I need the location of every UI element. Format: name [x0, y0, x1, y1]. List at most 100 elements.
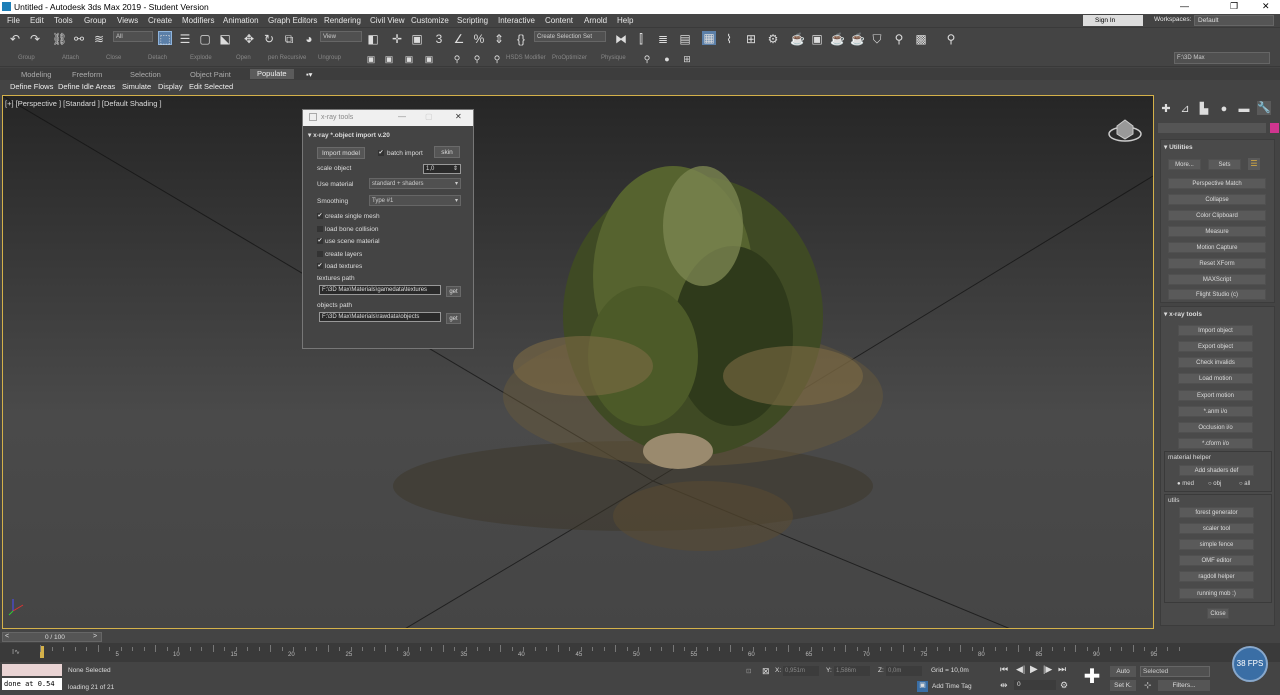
physique-button[interactable]: Physique	[601, 55, 626, 61]
set-key-icon[interactable]: ✚	[1082, 666, 1102, 688]
xray-tools-header[interactable]: ▾ x-ray tools	[1164, 310, 1202, 318]
tool-icon-g[interactable]: ⚲	[490, 52, 504, 66]
tab-populate[interactable]: Populate	[250, 69, 294, 79]
menu-animation[interactable]: Animation	[223, 16, 259, 25]
display-button[interactable]: Display	[158, 82, 183, 91]
menu-edit[interactable]: Edit	[30, 16, 44, 25]
pivot-center-icon[interactable]: ◧	[366, 32, 380, 46]
cform-io-button[interactable]: *.cform i/o	[1178, 438, 1253, 449]
menu-content[interactable]: Content	[545, 16, 573, 25]
configure-sets-icon[interactable]: ☰	[1248, 158, 1260, 170]
select-by-name-icon[interactable]: ☰	[178, 32, 192, 46]
move-icon[interactable]: ✥	[242, 32, 256, 46]
load-bone-collision-checkbox[interactable]	[317, 226, 323, 232]
tab-selection[interactable]: Selection	[130, 70, 161, 79]
scale-icon[interactable]: ⧉	[282, 32, 296, 46]
pin-stack-icon[interactable]: ⚲	[944, 32, 958, 46]
undo-icon[interactable]: ↶	[8, 32, 22, 46]
menu-graph-editors[interactable]: Graph Editors	[268, 16, 317, 25]
export-object-button[interactable]: Export object	[1178, 341, 1253, 352]
menu-views[interactable]: Views	[117, 16, 138, 25]
simulate-button[interactable]: Simulate	[122, 82, 151, 91]
time-prev-icon[interactable]: <	[5, 633, 9, 640]
measure-button[interactable]: Measure	[1168, 226, 1266, 237]
select-object-icon[interactable]: ⬚	[158, 31, 172, 46]
redo-icon[interactable]: ↷	[28, 32, 42, 46]
time-tag-icon[interactable]: ▣	[917, 681, 928, 692]
detach-button[interactable]: Detach	[148, 55, 167, 61]
utilities-tab-icon[interactable]: 🔧	[1257, 101, 1271, 115]
menu-interactive[interactable]: Interactive	[498, 16, 535, 25]
time-next-icon[interactable]: >	[93, 633, 97, 640]
attach-button[interactable]: Attach	[62, 55, 79, 61]
objects-path-input[interactable]: F:\3D Max\Materials\rawdata\objects	[319, 312, 441, 322]
maximize-icon[interactable]: ❐	[1230, 1, 1238, 12]
viewcube-icon[interactable]	[1108, 119, 1142, 142]
dialog-titlebar[interactable]: x-ray tools — ▢ ✕	[303, 110, 473, 126]
tab-modeling[interactable]: Modeling	[21, 70, 51, 79]
schematic-view-icon[interactable]: ⊞	[744, 32, 758, 46]
occlusion-io-button[interactable]: Occlusion i/o	[1178, 422, 1253, 433]
render-setup-icon[interactable]: ☕	[790, 32, 805, 46]
render-production-icon[interactable]: ☕	[830, 32, 845, 46]
maxscript-listener-mini[interactable]	[2, 664, 62, 676]
define-idle-areas-button[interactable]: Define Idle Areas	[58, 82, 115, 91]
batch-import-checkbox[interactable]: ✔	[378, 150, 384, 156]
tool-icon-a[interactable]: ▣	[364, 52, 378, 66]
define-flows-button[interactable]: Define Flows	[10, 82, 53, 91]
tool-icon-h[interactable]: ⚲	[640, 52, 654, 66]
objects-get-button[interactable]: get	[446, 313, 461, 324]
prooptimizer-button[interactable]: ProOptimizer	[552, 55, 587, 61]
menu-civil-view[interactable]: Civil View	[370, 16, 405, 25]
close-group-button[interactable]: Close	[106, 55, 121, 61]
current-frame-field[interactable]: 0	[1014, 680, 1056, 690]
rect-selection-icon[interactable]: ▢	[198, 32, 212, 46]
group-button[interactable]: Group	[18, 55, 35, 61]
time-slider-track[interactable]: < 0 / 100 >	[2, 632, 102, 642]
key-mode-icon[interactable]: ⇹	[1000, 680, 1008, 691]
online-help-icon[interactable]: ▩	[914, 32, 928, 46]
tab-object-paint[interactable]: Object Paint	[190, 70, 231, 79]
create-layers-checkbox[interactable]	[317, 251, 323, 257]
utilities-header[interactable]: ▾ Utilities	[1164, 143, 1193, 151]
percent-snap-icon[interactable]: %	[472, 32, 486, 46]
hsds-modifier-button[interactable]: HSDS Modifier	[506, 55, 546, 61]
anm-io-button[interactable]: *.anm i/o	[1178, 406, 1253, 417]
motion-tab-icon[interactable]: ●	[1217, 102, 1231, 116]
window-crossing-icon[interactable]: ⬕	[218, 32, 232, 46]
menu-customize[interactable]: Customize	[411, 16, 449, 25]
hierarchy-tab-icon[interactable]: ▙	[1197, 102, 1211, 116]
scale-object-spinner[interactable]: 1,0 ⇕	[423, 164, 461, 174]
next-frame-icon[interactable]: |▶	[1043, 664, 1052, 675]
close-icon[interactable]: ✕	[1262, 1, 1270, 12]
open-recursive-button[interactable]: pen Recursive	[268, 55, 306, 61]
color-clipboard-button[interactable]: Color Clipboard	[1168, 210, 1266, 221]
object-name-field[interactable]	[1158, 123, 1266, 133]
tool-icon-c[interactable]: ▣	[402, 52, 416, 66]
dialog-close-icon[interactable]: ✕	[455, 112, 462, 121]
mini-curve-editor-icon[interactable]: Ⅰ∿	[12, 648, 20, 656]
bind-space-warp-icon[interactable]: ≋	[92, 32, 106, 46]
render-cloud-icon[interactable]: ⛉	[870, 32, 884, 46]
scaler-tool-button[interactable]: scaler tool	[1179, 523, 1254, 534]
key-filter-dropdown[interactable]: Selected	[1140, 666, 1210, 677]
absolute-mode-icon[interactable]: ⊠	[762, 666, 770, 677]
mirror-icon[interactable]: ⧓	[614, 32, 628, 46]
running-mob-button[interactable]: running mob :)	[1179, 588, 1254, 599]
add-shaders-def-button[interactable]: Add shaders def	[1179, 465, 1254, 476]
go-to-end-icon[interactable]: ⏭	[1058, 664, 1066, 675]
rollout-header[interactable]: ▾ x-ray *.object import v.20	[308, 131, 390, 139]
flight-studio-button[interactable]: Flight Studio (c)	[1168, 289, 1266, 300]
menu-create[interactable]: Create	[148, 16, 172, 25]
auto-key-button[interactable]: Auto	[1110, 666, 1136, 677]
radio-all[interactable]: ○ all	[1239, 481, 1250, 487]
forest-generator-button[interactable]: forest generator	[1179, 507, 1254, 518]
textures-get-button[interactable]: get	[446, 286, 461, 297]
dialog-minimize-icon[interactable]: —	[398, 112, 406, 121]
load-motion-button[interactable]: Load motion	[1178, 373, 1253, 384]
add-time-tag[interactable]: Add Time Tag	[932, 683, 972, 690]
reset-xform-button[interactable]: Reset XForm	[1168, 258, 1266, 269]
reference-coord-dropdown[interactable]: View	[320, 31, 362, 42]
use-material-dropdown[interactable]: standard + shaders ▾	[369, 178, 461, 189]
snaps-toggle-icon[interactable]: 3	[432, 32, 446, 46]
